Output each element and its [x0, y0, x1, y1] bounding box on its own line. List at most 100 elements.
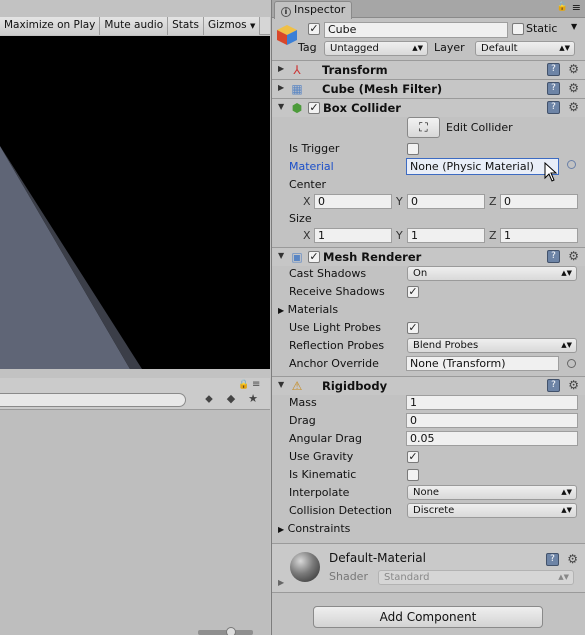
gizmos-label: Gizmos [207, 19, 247, 31]
center-x-field[interactable]: 0 [314, 194, 392, 209]
gear-icon[interactable]: ⚙ [568, 81, 579, 95]
gizmos-button[interactable]: Gizmos ▼ [203, 17, 261, 35]
layer-dropdown[interactable]: Default ▲▼ [475, 41, 575, 56]
cube-render [0, 146, 142, 369]
collision-detection-label: Collision Detection [289, 504, 393, 517]
static-checkbox[interactable] [512, 23, 524, 35]
center-z-field[interactable]: 0 [500, 194, 578, 209]
foldout-collapsed-icon[interactable]: ▶ [278, 83, 284, 92]
cast-shadows-dropdown[interactable]: On ▲▼ [407, 266, 577, 281]
drag-field[interactable]: 0 [406, 413, 578, 428]
box-collider-icon: ⬢ [291, 101, 303, 115]
updown-arrow-icon: ▲▼ [412, 44, 423, 52]
is-kinematic-checkbox[interactable] [407, 469, 419, 481]
is-trigger-checkbox[interactable] [407, 143, 419, 155]
filter-by-label-icon[interactable]: ◆ [222, 392, 240, 408]
object-picker-icon[interactable] [567, 359, 576, 368]
tag-dropdown[interactable]: Untagged ▲▼ [324, 41, 428, 56]
chevron-down-icon: ▼ [250, 22, 256, 30]
help-book-icon[interactable]: ? [546, 553, 559, 566]
rigidbody-header[interactable]: ▼ ⚠ Rigidbody ? ⚙ [272, 376, 585, 395]
updown-arrow-icon: ▲▼ [561, 488, 572, 496]
constraints-label: Constraints [287, 522, 351, 535]
help-book-icon[interactable]: ? [547, 379, 560, 392]
interpolate-value: None [413, 487, 440, 498]
foldout-expanded-icon[interactable]: ▼ [278, 102, 284, 111]
interpolate-dropdown[interactable]: None ▲▼ [407, 485, 577, 500]
gear-icon[interactable]: ⚙ [568, 378, 579, 392]
tag-label: Tag [298, 41, 317, 54]
constraints-foldout[interactable]: ▶ Constraints [278, 522, 350, 537]
help-book-icon[interactable]: ? [547, 82, 560, 95]
help-book-icon[interactable]: ? [547, 63, 560, 76]
reflection-probes-dropdown[interactable]: Blend Probes ▲▼ [407, 338, 577, 353]
static-dropdown-arrow-icon[interactable]: ▼ [571, 22, 577, 31]
filter-by-type-icon[interactable]: ⬥ [200, 392, 218, 408]
gear-icon[interactable]: ⚙ [568, 100, 579, 114]
help-book-icon[interactable]: ? [547, 101, 560, 114]
box-collider-header[interactable]: ▼ ⬢ Box Collider ? ⚙ [272, 98, 585, 117]
tab-inspector[interactable]: i Inspector [274, 1, 352, 19]
foldout-expanded-icon[interactable]: ▼ [278, 251, 284, 260]
mesh-renderer-title: Mesh Renderer [323, 250, 422, 264]
mesh-filter-title: Cube (Mesh Filter) [322, 82, 443, 96]
box-collider-enabled-checkbox[interactable] [308, 102, 320, 114]
lock-icon[interactable]: 🔒 [238, 380, 249, 390]
inspector-panel: iInspector 🔒 ≡ Cube Static ▼ Tag Untagge… [271, 0, 585, 635]
updown-arrow-icon: ▲▼ [561, 341, 572, 349]
lock-icon[interactable]: 🔒 [557, 2, 568, 12]
game-viewport[interactable] [0, 36, 270, 369]
box-collider-title: Box Collider [323, 101, 401, 115]
menu-icon[interactable]: ≡ [252, 379, 260, 390]
collision-detection-value: Discrete [413, 505, 455, 516]
favorites-star-icon[interactable]: ★ [244, 392, 262, 408]
updown-arrow-icon: ▲▼ [559, 44, 570, 52]
mouse-cursor-icon [544, 162, 558, 182]
collision-detection-dropdown[interactable]: Discrete ▲▼ [407, 503, 577, 518]
use-gravity-checkbox[interactable] [407, 451, 419, 463]
maximize-on-play-button[interactable]: Maximize on Play [0, 17, 101, 35]
mesh-renderer-icon: ▣ [291, 250, 303, 264]
menu-icon[interactable]: ≡ [572, 1, 581, 14]
material-sphere-icon [290, 552, 320, 582]
help-book-icon[interactable]: ? [547, 250, 560, 263]
updown-arrow-icon: ▲▼ [561, 506, 572, 514]
add-component-button[interactable]: Add Component [313, 606, 543, 628]
transform-header[interactable]: ▶ ⅄ Transform ? ⚙ [272, 60, 585, 79]
gear-icon[interactable]: ⚙ [568, 249, 579, 263]
size-z-field[interactable]: 1 [500, 228, 578, 243]
zoom-slider-thumb[interactable] [226, 627, 236, 635]
foldout-collapsed-icon[interactable]: ▶ [278, 578, 284, 587]
mesh-grid-icon: ▦ [291, 82, 303, 96]
gear-icon[interactable]: ⚙ [567, 552, 578, 566]
object-name-field[interactable]: Cube [324, 22, 508, 38]
use-light-probes-checkbox[interactable] [407, 322, 419, 334]
angular-drag-field[interactable]: 0.05 [406, 431, 578, 446]
foldout-expanded-icon[interactable]: ▼ [278, 380, 284, 389]
gear-icon[interactable]: ⚙ [568, 62, 579, 76]
mute-audio-button[interactable]: Mute audio [100, 17, 169, 35]
mass-field[interactable]: 1 [406, 395, 578, 410]
receive-shadows-checkbox[interactable] [407, 286, 419, 298]
search-input[interactable] [0, 393, 186, 407]
center-y-field[interactable]: 0 [407, 194, 485, 209]
shader-label: Shader [329, 570, 368, 583]
foldout-collapsed-icon[interactable]: ▶ [278, 64, 284, 73]
mesh-renderer-header[interactable]: ▼ ▣ Mesh Renderer ? ⚙ [272, 247, 585, 266]
active-checkbox[interactable] [308, 23, 320, 35]
edit-collider-button[interactable]: ⛶ [407, 117, 440, 138]
mesh-renderer-enabled-checkbox[interactable] [308, 251, 320, 263]
anchor-override-field[interactable]: None (Transform) [406, 356, 559, 371]
object-picker-icon[interactable] [567, 160, 576, 169]
mesh-filter-header[interactable]: ▶ ▦ Cube (Mesh Filter) ? ⚙ [272, 79, 585, 98]
size-y-field[interactable]: 1 [407, 228, 485, 243]
materials-foldout[interactable]: ▶ Materials [278, 303, 338, 318]
cast-shadows-label: Cast Shadows [289, 267, 367, 280]
material-label: Material [289, 160, 334, 173]
stats-button[interactable]: Stats [168, 17, 204, 35]
shader-dropdown[interactable]: Standard ▲▼ [378, 570, 574, 585]
layer-value: Default [481, 43, 518, 54]
size-x-field[interactable]: 1 [314, 228, 392, 243]
material-field[interactable]: None (Physic Material) [406, 158, 559, 175]
transform-icon: ⅄ [293, 63, 301, 77]
